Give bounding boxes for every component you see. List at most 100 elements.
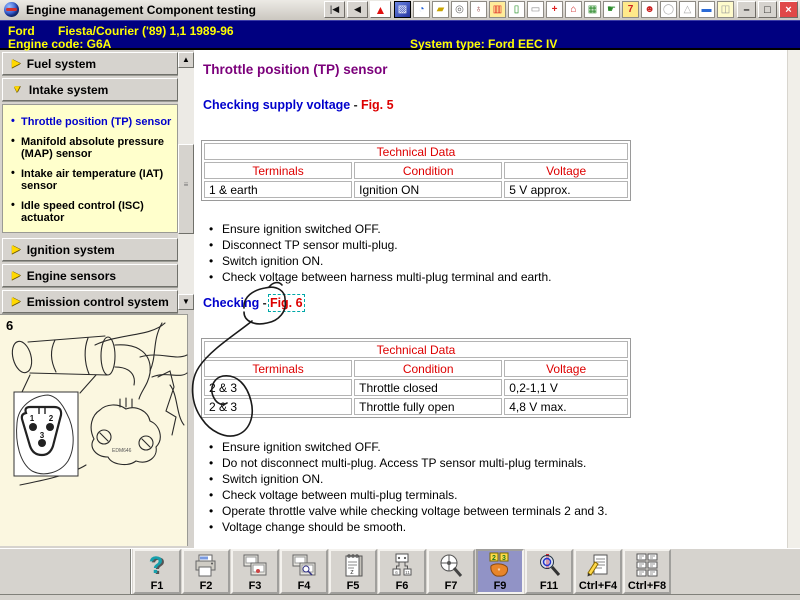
first-page-icon: |◀ xyxy=(330,4,339,15)
heading-text: Checking xyxy=(203,296,259,310)
pin-2-label: 2 xyxy=(49,414,54,423)
sidebar-section-engine-sensors[interactable]: ▶ Engine sensors xyxy=(2,264,178,287)
warning-triangle-icon: ▲ xyxy=(375,3,387,17)
hand-card-icon[interactable]: ☛ xyxy=(603,1,620,18)
wiring-diagram-button[interactable]: 6 11 F6 xyxy=(378,549,426,594)
sidebar-scrollbar[interactable]: ▲ ≡ ▼ xyxy=(178,52,194,310)
job-list-button[interactable]: Ctrl+F8 xyxy=(623,549,671,594)
function-buttons: ? ? F1 F2 F3 xyxy=(133,549,671,594)
document-pencil-icon xyxy=(585,552,611,580)
scroll-up-icon[interactable]: ▲ xyxy=(178,52,194,68)
robot-arm-icon[interactable]: ♁ xyxy=(470,1,487,18)
vehicle-info-bar: Ford Fiesta/Courier ('89) 1,1 1989-96 En… xyxy=(0,20,800,50)
machine-green-icon[interactable]: ▦ xyxy=(584,1,601,18)
gate-icon[interactable]: ▯ xyxy=(508,1,525,18)
key-label: F6 xyxy=(380,580,424,592)
table-caption: Technical Data xyxy=(204,143,628,160)
window-controls: – □ × xyxy=(737,1,798,18)
toolbar-divider xyxy=(130,549,132,595)
section-heading-checking: Checking - Fig. 6 xyxy=(203,296,303,310)
wrench-tool-icon[interactable]: ▨ xyxy=(394,1,411,18)
section-label: Intake system xyxy=(29,83,108,97)
sidebar-section-intake-system[interactable]: ▼ Intake system xyxy=(2,78,178,101)
helmet-7-icon[interactable]: 7 xyxy=(622,1,639,18)
throttle-body-drawing: 1 2 3 EDM646 xyxy=(0,315,188,546)
car-body-icon[interactable]: ▭ xyxy=(527,1,544,18)
sidebar-section-fuel-system[interactable]: ▶ Fuel system xyxy=(2,52,178,75)
adjustment-data-button[interactable]: F7 xyxy=(427,549,475,594)
pin-3-dot xyxy=(38,439,46,447)
nav-back-button[interactable]: ◀ xyxy=(347,1,368,18)
sidebar-section-ignition-system[interactable]: ▶ Ignition system xyxy=(2,238,178,261)
table-row: 2 & 3 Throttle closed 0,2-1,1 V xyxy=(204,379,628,396)
car-blue-icon[interactable]: ▬ xyxy=(698,1,715,18)
main-content: Throttle position (TP) sensor Checking s… xyxy=(194,50,787,548)
help-button[interactable]: ? ? F1 xyxy=(133,549,181,594)
key-label: Ctrl+F8 xyxy=(625,580,669,592)
pin-3-label: 3 xyxy=(40,431,45,440)
table-row: 1 & earth Ignition ON 5 V approx. xyxy=(204,181,628,198)
inspect-button[interactable]: F11 xyxy=(525,549,573,594)
switch-panel-icon[interactable]: ◫ xyxy=(717,1,734,18)
nav-buttons: |◀ ◀ ▲ xyxy=(324,1,391,18)
car-key-icon[interactable]: ▰ xyxy=(432,1,449,18)
scrollbar-thumb[interactable]: ≡ xyxy=(178,144,194,234)
heading-separator: - xyxy=(350,98,361,112)
wheel-tyre-icon[interactable]: ◎ xyxy=(451,1,468,18)
print-button[interactable]: F2 xyxy=(182,549,230,594)
pin-1-label: 1 xyxy=(30,414,35,423)
chevron-right-icon: ▶ xyxy=(12,244,20,255)
svg-text:11: 11 xyxy=(405,570,410,575)
sidebar-accordion: ▶ Fuel system ▼ Intake system Throttle p… xyxy=(2,52,178,316)
numbered-figure-icon: 2 3 * xyxy=(487,552,513,580)
heading-separator: - xyxy=(259,296,270,310)
fig-6-link[interactable]: Fig. 6 xyxy=(270,296,303,310)
nav-first-button[interactable]: |◀ xyxy=(324,1,345,18)
title-bar: Engine management Component testing |◀ ◀… xyxy=(0,0,800,21)
circle-disabled-icon[interactable]: ◯ xyxy=(660,1,677,18)
function-key-bar: ? ? F1 F2 F3 xyxy=(0,548,800,594)
sidebar-item-iat-sensor[interactable]: Intake air temperature (IAT) sensor xyxy=(9,168,173,192)
list-item: Do not disconnect multi-plug. Access TP … xyxy=(206,457,608,470)
column-header-terminals: Terminals xyxy=(204,360,352,377)
sidebar-item-isc-actuator[interactable]: Idle speed control (ISC) actuator xyxy=(9,200,173,224)
column-header-condition: Condition xyxy=(354,162,502,179)
notes-button[interactable]: z F5 xyxy=(329,549,377,594)
component-figure-button[interactable]: 2 3 * F9 xyxy=(476,549,524,594)
minimize-button[interactable]: – xyxy=(737,1,756,18)
house-numbers-icon[interactable]: ⌂ xyxy=(565,1,582,18)
procedure-list-2: Ensure ignition switched OFF. Do not dis… xyxy=(206,438,608,537)
globe-clock-icon[interactable]: ◔ xyxy=(413,1,430,18)
sidebar-section-emission-control[interactable]: ▶ Emission control system xyxy=(2,290,178,313)
fig-5-link[interactable]: Fig. 5 xyxy=(361,98,394,112)
column-header-terminals: Terminals xyxy=(204,162,352,179)
triangle-disabled-icon[interactable]: △ xyxy=(679,1,696,18)
sidebar-item-tp-sensor[interactable]: Throttle position (TP) sensor xyxy=(9,116,173,128)
table-cell: Throttle closed xyxy=(354,379,502,396)
figure-panel: 6 xyxy=(0,314,188,546)
copy-window-button[interactable]: F4 xyxy=(280,549,328,594)
section-heading-supply-voltage: Checking supply voltage - Fig. 5 xyxy=(203,98,394,112)
sidebar-item-map-sensor[interactable]: Manifold absolute pressure (MAP) sensor xyxy=(9,136,173,160)
warning-button[interactable]: ▲ xyxy=(370,1,391,18)
section-label: Fuel system xyxy=(27,57,96,71)
svg-text:3: 3 xyxy=(502,555,506,562)
magnifier-compass-icon xyxy=(438,552,464,580)
key-label: F9 xyxy=(478,580,522,592)
table-row: 2 & 3 Throttle fully open 4,8 V max. xyxy=(204,398,628,415)
column-header-voltage: Voltage xyxy=(504,162,628,179)
edit-notes-button[interactable]: Ctrl+F4 xyxy=(574,549,622,594)
intake-system-panel: Throttle position (TP) sensor Manifold a… xyxy=(2,104,178,233)
content-scrollbar-track[interactable] xyxy=(787,50,800,548)
close-button[interactable]: × xyxy=(779,1,798,18)
svg-text:z: z xyxy=(350,569,354,576)
tool-red-icon[interactable]: + xyxy=(546,1,563,18)
copy-graphic-button[interactable]: F3 xyxy=(231,549,279,594)
key-label: Ctrl+F4 xyxy=(576,580,620,592)
maximize-button[interactable]: □ xyxy=(758,1,777,18)
people-red-icon[interactable]: ☻ xyxy=(641,1,658,18)
ramp-icon[interactable]: ▥ xyxy=(489,1,506,18)
list-item: Ensure ignition switched OFF. xyxy=(206,441,608,454)
scroll-down-icon[interactable]: ▼ xyxy=(178,294,194,310)
back-icon: ◀ xyxy=(354,4,361,15)
